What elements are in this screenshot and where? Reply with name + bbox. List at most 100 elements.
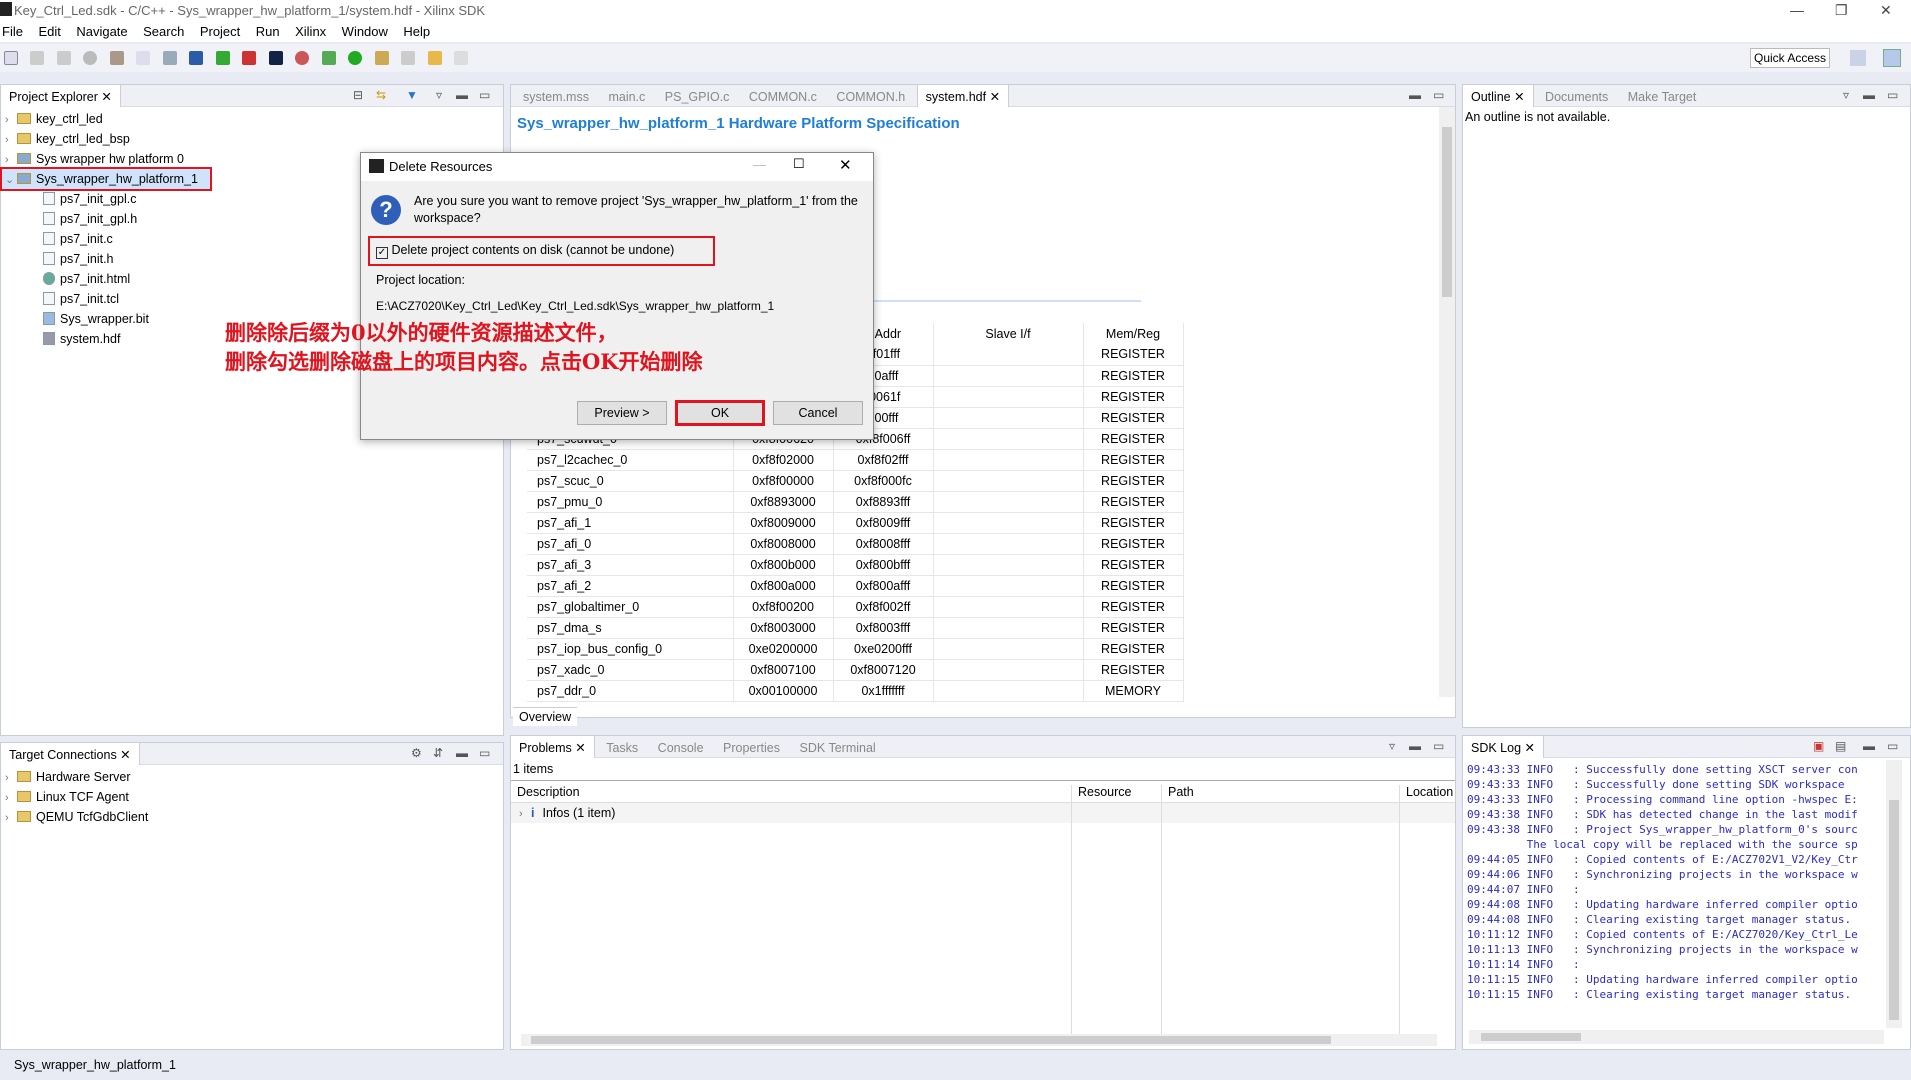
maximize-icon[interactable]: ▭ xyxy=(1887,88,1898,102)
tab-make-target[interactable]: Make Target xyxy=(1620,86,1705,108)
table-row[interactable]: ps7_xadc_0 0xf8007100 0xf8007120 REGISTER xyxy=(527,659,1184,681)
editor-scrollbar[interactable] xyxy=(1439,107,1455,697)
new-icon[interactable] xyxy=(4,51,18,65)
table-row[interactable]: ps7_afi_3 0xf800b000 0xf800bfff REGISTER xyxy=(527,554,1184,576)
new-connection-icon[interactable]: ⚙ xyxy=(411,746,422,760)
table-row[interactable]: ps7_afi_0 0xf8008000 0xf8008fff REGISTER xyxy=(527,533,1184,555)
chevron-right-icon[interactable]: › xyxy=(5,110,17,130)
previous-edit-icon[interactable] xyxy=(427,51,442,65)
tab-sdk-log[interactable]: SDK Log ✕ xyxy=(1463,736,1544,758)
tab-console[interactable]: Console xyxy=(650,737,712,759)
chevron-right-icon[interactable]: › xyxy=(5,788,17,808)
scrollbar-thumb[interactable] xyxy=(1889,800,1899,1020)
menu-file[interactable]: File xyxy=(2,24,23,39)
refresh-icon[interactable] xyxy=(295,51,310,65)
log-settings-icon[interactable]: ▤ xyxy=(1835,739,1846,753)
tab-documents[interactable]: Documents xyxy=(1537,86,1616,108)
save-icon[interactable] xyxy=(30,51,45,65)
minimize-icon[interactable]: ▬ xyxy=(456,88,468,102)
build-hammer-icon[interactable] xyxy=(109,51,124,65)
menu-project[interactable]: Project xyxy=(200,24,240,39)
table-row[interactable]: ps7_afi_2 0xf800a000 0xf800afff REGISTER xyxy=(527,575,1184,597)
debug-icon[interactable] xyxy=(321,51,336,65)
run-icon[interactable] xyxy=(348,51,363,65)
log-hscrollbar[interactable] xyxy=(1469,1030,1884,1044)
chevron-right-icon[interactable]: › xyxy=(5,130,17,150)
checkbox-checked-icon[interactable]: ✓ xyxy=(376,247,388,259)
cpp-perspective-icon[interactable] xyxy=(1883,49,1901,67)
ok-button[interactable]: OK xyxy=(675,400,765,426)
column-resource[interactable]: Resource xyxy=(1071,785,1132,1035)
tab-problems[interactable]: Problems ✕ xyxy=(511,736,595,758)
tab-ps-gpio-c[interactable]: PS_GPIO.c xyxy=(657,86,738,108)
menu-search[interactable]: Search xyxy=(143,24,184,39)
table-row[interactable]: ps7_afi_1 0xf8009000 0xf8009fff REGISTER xyxy=(527,512,1184,534)
tree-item-qemu[interactable]: › QEMU TcfGdbClient xyxy=(5,807,503,827)
log-vscrollbar[interactable] xyxy=(1886,760,1902,1028)
save-all-icon[interactable] xyxy=(56,51,71,65)
table-row[interactable]: ps7_dma_s 0xf8003000 0xf8003fff REGISTER xyxy=(527,617,1184,639)
tab-sdk-terminal[interactable]: SDK Terminal xyxy=(792,737,884,759)
maximize-icon[interactable]: ▭ xyxy=(479,88,490,102)
maximize-icon[interactable]: ▭ xyxy=(1433,739,1444,753)
menu-navigate[interactable]: Navigate xyxy=(76,24,127,39)
disconnect-icon[interactable]: ⇵ xyxy=(433,746,443,760)
maximize-button[interactable]: ❐ xyxy=(1835,2,1848,19)
dialog-maximize-button[interactable]: ☐ xyxy=(793,156,805,172)
menu-edit[interactable]: Edit xyxy=(38,24,60,39)
binary-icon[interactable] xyxy=(136,51,151,65)
tab-system-mss[interactable]: system.mss xyxy=(515,86,597,108)
table-row[interactable]: ps7_globaltimer_0 0xf8f00200 0xf8f002ff REG… xyxy=(527,596,1184,618)
connect-icon[interactable] xyxy=(162,51,177,65)
tab-system-hdf[interactable]: system.hdf ✕ xyxy=(916,85,1010,107)
tree-item-hardware-server[interactable]: › Hardware Server xyxy=(5,767,503,787)
problems-hscrollbar[interactable] xyxy=(521,1034,1437,1046)
column-location[interactable]: Location xyxy=(1399,785,1453,1035)
table-row[interactable]: ps7_pmu_0 0xf8893000 0xf8893fff REGISTER xyxy=(527,491,1184,513)
table-row[interactable]: ps7_l2cachec_0 0xf8f02000 0xf8f02fff REGIST… xyxy=(527,449,1184,471)
minimize-icon[interactable]: ▬ xyxy=(1409,739,1421,753)
tab-overview[interactable]: Overview xyxy=(513,707,578,726)
back-icon[interactable] xyxy=(401,51,416,65)
tab-main-c[interactable]: main.c xyxy=(600,86,653,108)
minimize-icon[interactable]: ▬ xyxy=(1863,88,1875,102)
tab-outline[interactable]: Outline ✕ xyxy=(1463,85,1534,107)
preview-button[interactable]: Preview > xyxy=(577,401,667,425)
dialog-minimize-button[interactable]: — xyxy=(753,157,766,172)
minimize-icon[interactable]: ▬ xyxy=(1863,739,1875,753)
table-row[interactable]: ps7_iop_bus_config_0 0xe0200000 0xe0200fff… xyxy=(527,638,1184,660)
tab-common-h[interactable]: COMMON.h xyxy=(828,86,913,108)
open-perspective-icon[interactable] xyxy=(1850,50,1866,66)
program-fpga-icon[interactable] xyxy=(215,51,230,65)
clear-log-icon[interactable]: ▣ xyxy=(1813,739,1824,753)
terminal-icon[interactable] xyxy=(189,51,204,65)
collapse-all-icon[interactable]: ⊟ xyxy=(353,88,363,102)
maximize-icon[interactable]: ▭ xyxy=(1433,88,1444,102)
column-slave-if[interactable]: Slave I/f xyxy=(933,323,1084,344)
minimize-button[interactable]: — xyxy=(1790,2,1804,18)
menu-xilinx[interactable]: Xilinx xyxy=(295,24,326,39)
tab-project-explorer[interactable]: Project Explorer ✕ xyxy=(1,85,121,107)
close-button[interactable]: ✕ xyxy=(1880,2,1892,19)
view-menu-icon[interactable]: ▿ xyxy=(1843,88,1849,102)
chevron-right-icon[interactable]: › xyxy=(5,768,17,788)
chevron-down-icon[interactable]: ⌄ xyxy=(5,170,17,190)
minimize-icon[interactable]: ▬ xyxy=(456,746,468,760)
scrollbar-thumb[interactable] xyxy=(531,1036,1331,1044)
tab-common-c[interactable]: COMMON.c xyxy=(741,86,825,108)
chevron-right-icon[interactable]: › xyxy=(5,150,17,170)
column-description[interactable]: Description xyxy=(517,785,580,799)
chevron-right-icon[interactable]: › xyxy=(519,804,531,824)
external-tools-icon[interactable] xyxy=(374,51,389,65)
view-menu-icon[interactable]: ▿ xyxy=(436,88,442,102)
tab-tasks[interactable]: Tasks xyxy=(598,737,646,759)
menu-help[interactable]: Help xyxy=(403,24,430,39)
maximize-icon[interactable]: ▭ xyxy=(479,746,490,760)
view-menu-icon[interactable]: ▿ xyxy=(1389,739,1395,753)
link-editor-icon[interactable]: ⇆ xyxy=(376,88,386,102)
table-row[interactable]: ps7_scuc_0 0xf8f00000 0xf8f000fc REGISTER xyxy=(527,470,1184,492)
cancel-button[interactable]: Cancel xyxy=(773,401,863,425)
problem-row[interactable]: › i Infos (1 item) xyxy=(511,803,1455,823)
tab-properties[interactable]: Properties xyxy=(715,737,788,759)
dialog-close-button[interactable]: ✕ xyxy=(839,156,852,174)
